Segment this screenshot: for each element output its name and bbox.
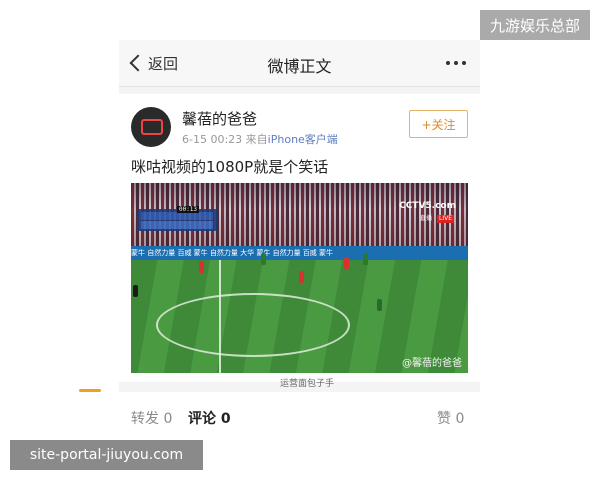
more-options-icon[interactable] — [446, 61, 466, 65]
player — [344, 257, 349, 269]
live-badge: LIVE — [436, 215, 454, 223]
source-name[interactable]: iPhone客户端 — [268, 133, 338, 146]
video-player[interactable]: 蒙牛 自然力量 百威 蒙牛 自然力量 大华 蒙牛 自然力量 百威 蒙牛 00:1… — [131, 183, 468, 373]
page-title: 微博正文 — [267, 57, 332, 76]
comment-label: 评论 — [188, 411, 216, 427]
repost-count: 0 — [163, 411, 173, 427]
site-badge: site-portal-jiuyou.com — [10, 440, 203, 470]
active-tab-indicator — [79, 389, 101, 392]
source-prefix: 来自 — [245, 133, 268, 146]
dot — [462, 61, 466, 65]
player — [199, 261, 204, 273]
follow-button[interactable]: +关注 — [409, 110, 468, 138]
player — [377, 299, 382, 311]
player — [299, 271, 304, 283]
post-card: 馨蓓的爸爸 6-15 00:23 来自iPhone客户端 +关注 咪咕视频的10… — [119, 94, 480, 382]
center-circle — [156, 293, 350, 357]
avatar[interactable] — [131, 107, 171, 147]
comment-count: 0 — [220, 411, 231, 427]
post-time: 6-15 00:23 — [182, 133, 243, 146]
nav-bar: 返回 微博正文 — [119, 40, 480, 87]
comment-tab[interactable]: 评论 0 — [188, 408, 231, 428]
corner-badge: 九游娱乐总部 — [480, 10, 590, 40]
video-watermark: @馨蓓的爸爸 — [402, 358, 462, 369]
score-row — [141, 221, 213, 229]
dot — [446, 61, 450, 65]
like-count: 0 — [455, 411, 465, 427]
like-tab[interactable]: 赞 0 — [437, 408, 464, 428]
post-text: 咪咕视频的1080P就是个笑话 — [131, 158, 329, 176]
ad-board: 蒙牛 自然力量 百威 蒙牛 自然力量 大华 蒙牛 自然力量 百威 蒙牛 — [131, 246, 468, 260]
like-label: 赞 — [437, 411, 451, 427]
player — [261, 253, 266, 265]
dot — [454, 61, 458, 65]
player — [363, 253, 368, 265]
channel-logo: CCTV5.com — [399, 201, 456, 211]
repost-tab[interactable]: 转发 0 — [131, 408, 172, 428]
score-row — [141, 212, 213, 220]
qr-watermark: 运营面包子手 — [280, 379, 335, 389]
username[interactable]: 馨蓓的爸爸 — [182, 108, 257, 129]
action-bar: 转发 0 评论 0 赞 0 — [119, 392, 480, 440]
repost-label: 转发 — [131, 411, 159, 427]
post-meta: 6-15 00:23 来自iPhone客户端 — [182, 131, 338, 147]
player — [133, 285, 138, 297]
match-time: 00:13 — [177, 206, 199, 213]
broadcast-label: 直播 — [419, 215, 432, 222]
